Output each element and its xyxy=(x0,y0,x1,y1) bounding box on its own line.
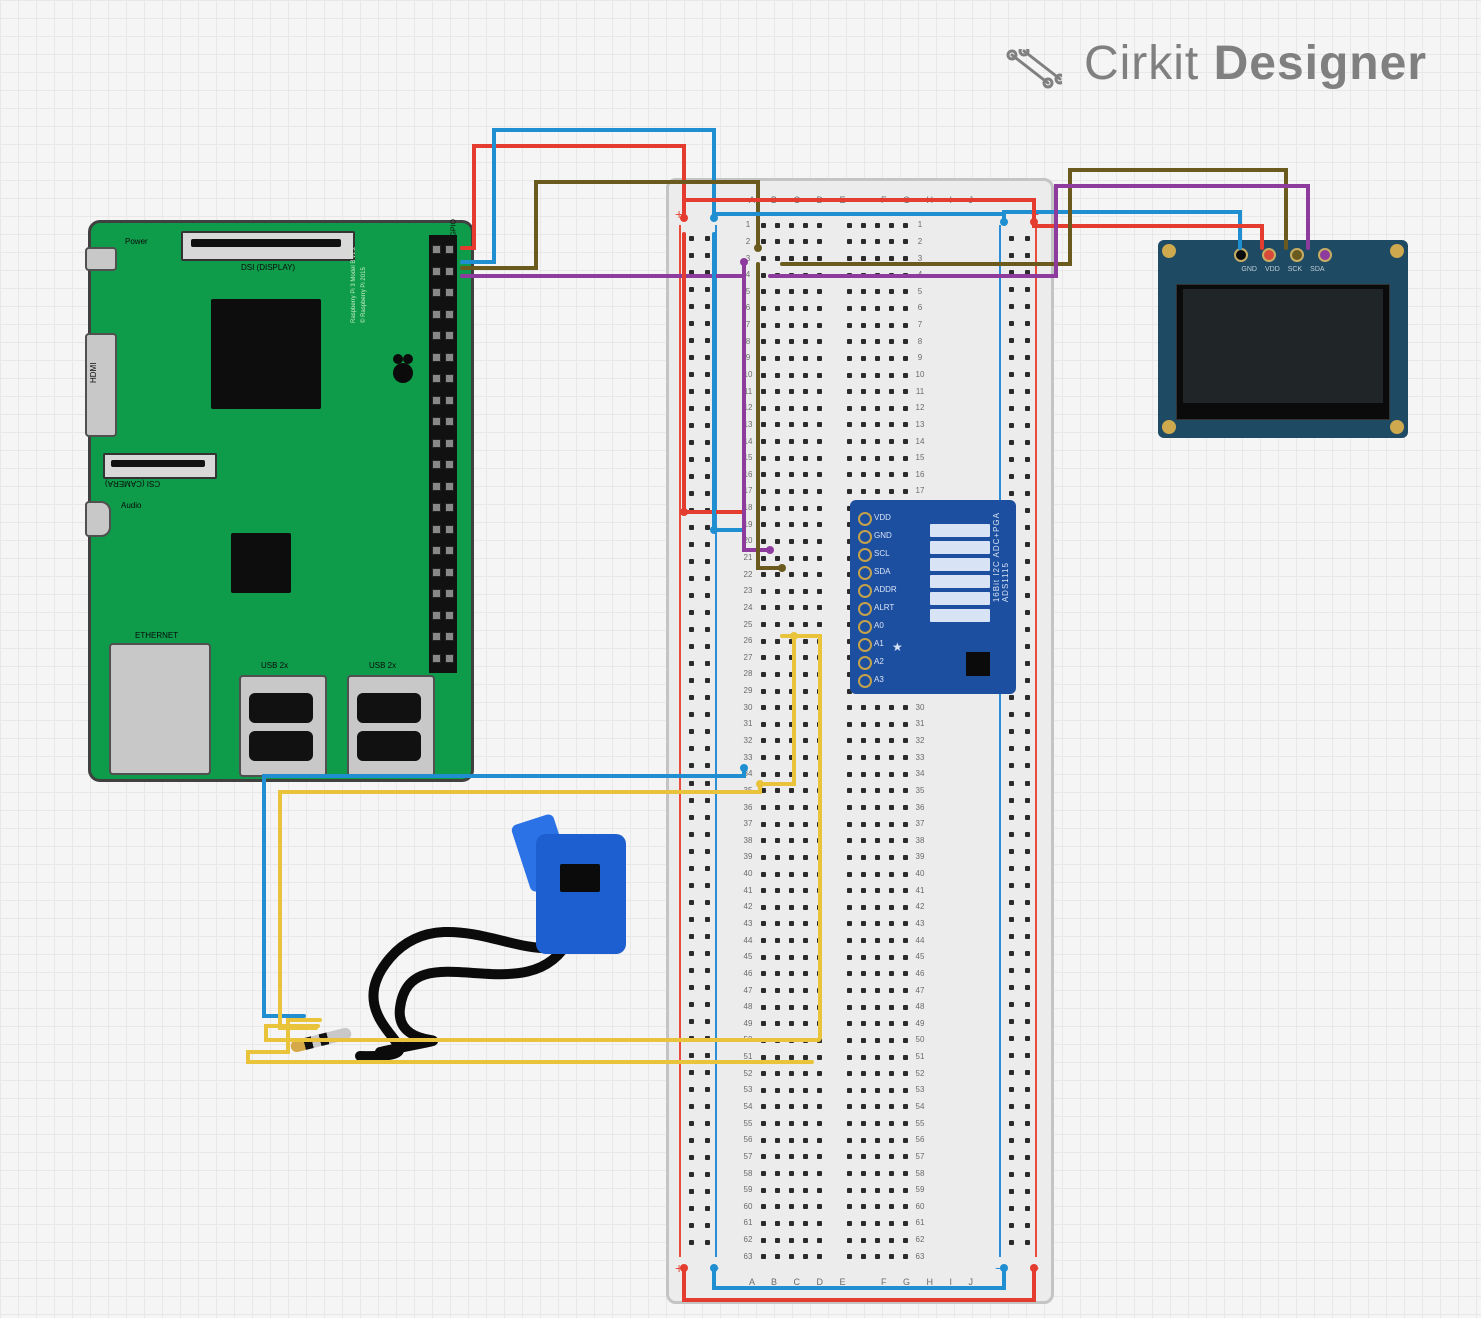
gpio-label: GPIO xyxy=(451,219,458,237)
oled-pin-row xyxy=(1234,248,1332,262)
col-labels-left: A B C D E xyxy=(749,195,853,205)
model-line1: Raspberry Pi 3 Model B v1.2 xyxy=(351,247,357,323)
rail-minus-icon: − xyxy=(995,1261,1003,1275)
col-labels-left: A B C D E xyxy=(749,1277,853,1287)
ads-pin-a1[interactable] xyxy=(858,638,872,652)
power-label: Power xyxy=(125,237,148,246)
ads-pin-label: ALRT xyxy=(874,603,894,612)
usb-port-2 xyxy=(347,675,435,777)
rail-plus-icon: + xyxy=(1031,1261,1039,1275)
dsi-slot xyxy=(191,239,341,247)
raspberry-pi-logo-icon xyxy=(389,351,417,385)
rail-holes xyxy=(685,235,697,1247)
rail-plus-icon: + xyxy=(1031,207,1039,221)
ads-pin-sda[interactable] xyxy=(858,566,872,580)
app-logo: Cirkit Designer xyxy=(1006,36,1427,91)
usb-icon xyxy=(249,731,313,761)
ads-pin-vdd[interactable] xyxy=(858,512,872,526)
col-labels-right: F G H I J xyxy=(881,195,980,205)
col-labels-right: F G H I J xyxy=(881,1277,980,1287)
ads-pin-label: VDD xyxy=(874,513,891,522)
ethernet-label: ETHERNET xyxy=(135,631,178,640)
oled-bezel xyxy=(1176,284,1390,420)
rail-minus-icon: − xyxy=(711,207,719,221)
hdmi-port xyxy=(85,333,117,437)
raspberry-pi-board[interactable]: DSI (DISPLAY) Power HDMI CSI (CAMERA) Au… xyxy=(88,220,474,782)
ads-pin-addr[interactable] xyxy=(858,584,872,598)
dsi-label: DSI (DISPLAY) xyxy=(241,263,295,272)
ads1115-chip-icon xyxy=(966,652,990,676)
breadboard-rail-right: + − + − xyxy=(1001,205,1039,1277)
rail-holes xyxy=(1005,235,1017,1247)
adafruit-star-icon: ★ xyxy=(892,640,903,654)
ads-pin-label: SDA xyxy=(874,567,890,576)
usb-icon xyxy=(357,693,421,723)
ads-pin-a2[interactable] xyxy=(858,656,872,670)
ads1115-silkscreen xyxy=(930,524,1000,624)
ads-pin-scl[interactable] xyxy=(858,548,872,562)
hdmi-label: HDMI xyxy=(89,363,98,383)
brand-text-suffix: Designer xyxy=(1214,37,1427,90)
usb2-label: USB 2x xyxy=(369,661,396,670)
power-port xyxy=(85,247,117,271)
usb-icon xyxy=(357,731,421,761)
csi-slot xyxy=(111,460,205,467)
breadboard-rail-left: + − + − xyxy=(681,205,719,1277)
ads-pin-a0[interactable] xyxy=(858,620,872,634)
model-line2: © Raspberry Pi 2015 xyxy=(361,267,367,323)
clamp-body xyxy=(520,818,640,968)
ethernet-port xyxy=(109,643,211,775)
csi-label: CSI (CAMERA) xyxy=(105,479,160,488)
ads-pin-label: A1 xyxy=(874,639,884,648)
rail-plus-icon: + xyxy=(675,207,683,221)
ads-pin-alrt[interactable] xyxy=(858,602,872,616)
ads-pin-label: A0 xyxy=(874,621,884,630)
ads-pin-a3[interactable] xyxy=(858,674,872,688)
rail-holes xyxy=(1021,235,1033,1247)
rail-minus-icon: − xyxy=(995,207,1003,221)
breadboard[interactable]: + − + − + − + − A B C D E F G H I J A B … xyxy=(666,178,1054,1304)
rail-holes xyxy=(701,235,713,1247)
oled-display[interactable]: GND VDD SCK SDA xyxy=(1158,240,1408,438)
aux-chip xyxy=(231,533,291,593)
ads-pin-label: SCL xyxy=(874,549,890,558)
usb-icon xyxy=(249,693,313,723)
breadboard-icon xyxy=(1006,46,1062,86)
ads-pin-gnd[interactable] xyxy=(858,530,872,544)
soc-chip xyxy=(211,299,321,409)
ads-pin-label: GND xyxy=(874,531,892,540)
ads-pin-label: A3 xyxy=(874,675,884,684)
brand-text-prefix: Cirkit xyxy=(1084,37,1199,90)
breadboard-matrix: 1122334455667788991010111112121313141415… xyxy=(741,217,979,1265)
oled-pin-labels: GND VDD SCK SDA xyxy=(1241,266,1324,273)
current-clamp-sensor[interactable] xyxy=(300,818,660,1046)
ads1115-module[interactable]: 16Bit I2C ADC+PGA ADS1115 ★ VDDGNDSCLSDA… xyxy=(850,500,1016,694)
rail-plus-icon: + xyxy=(675,1261,683,1275)
gpio-header[interactable] xyxy=(429,235,457,673)
ads-pin-label: A2 xyxy=(874,657,884,666)
usb1-label: USB 2x xyxy=(261,661,288,670)
audio-jack xyxy=(85,501,111,537)
usb-port-1 xyxy=(239,675,327,777)
rail-minus-icon: − xyxy=(711,1261,719,1275)
oled-screen xyxy=(1183,289,1383,403)
audio-label: Audio xyxy=(121,501,141,510)
ads-pin-label: ADDR xyxy=(874,585,897,594)
